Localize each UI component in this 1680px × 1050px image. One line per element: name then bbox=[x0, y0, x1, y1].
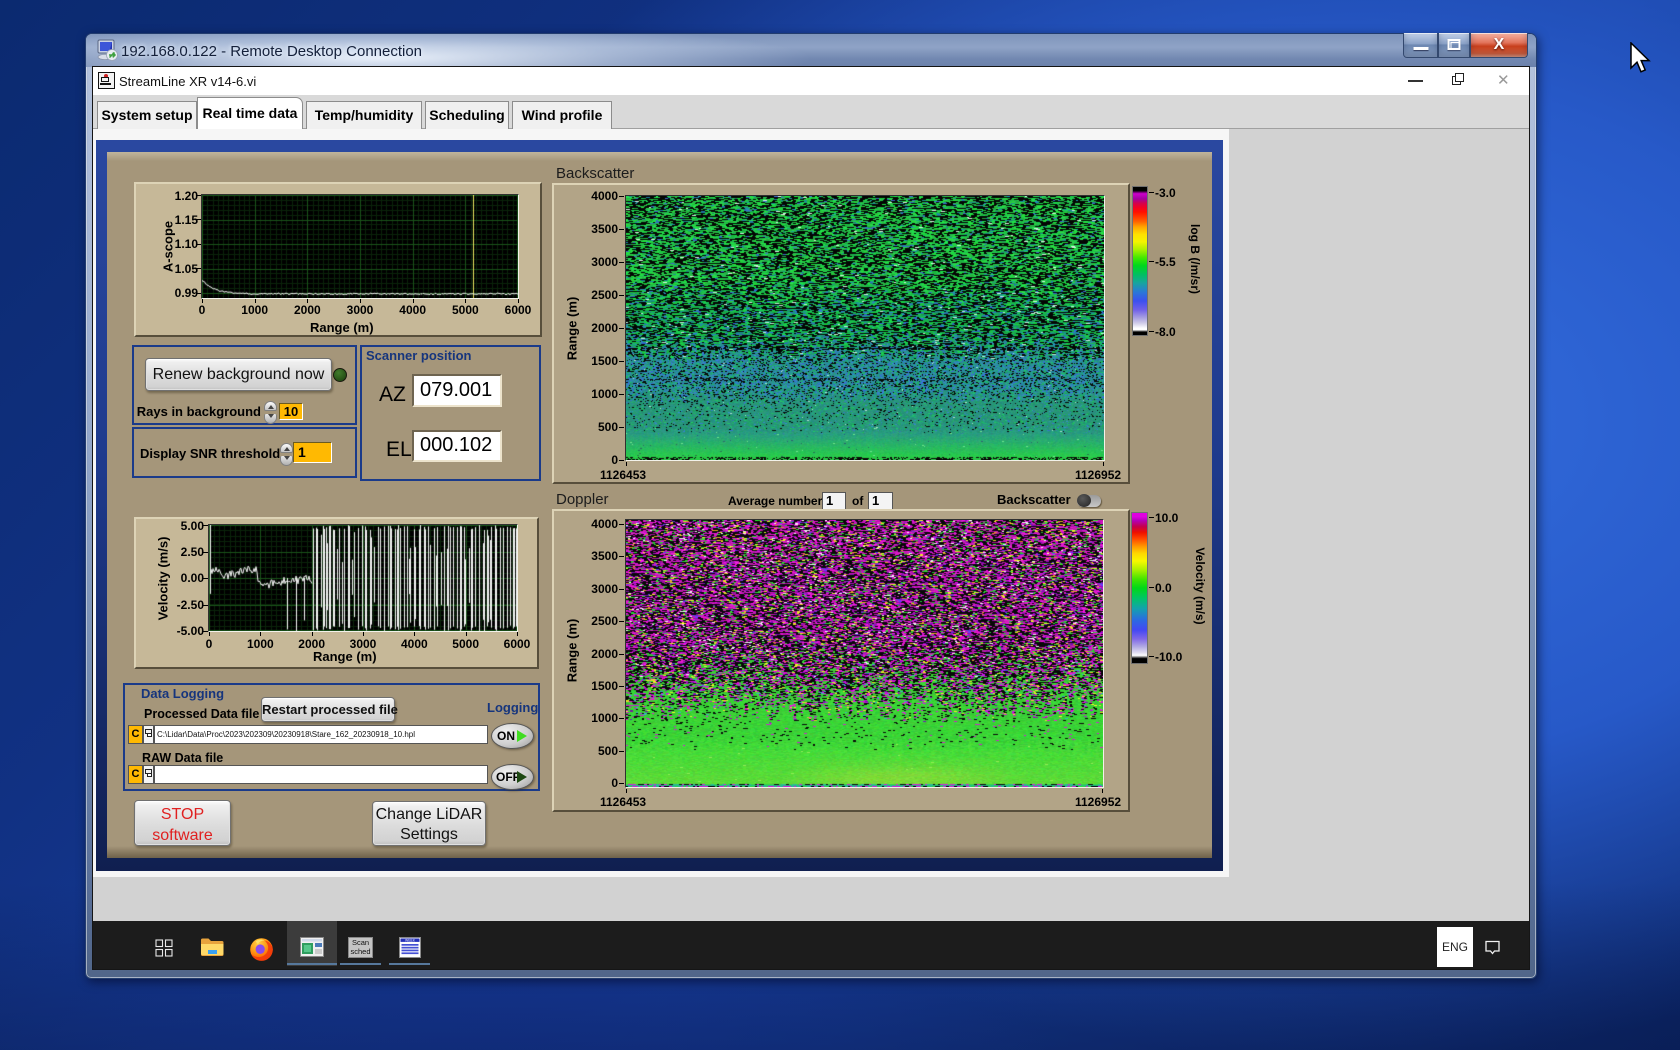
svg-text:WEEK: WEEK bbox=[405, 938, 416, 942]
